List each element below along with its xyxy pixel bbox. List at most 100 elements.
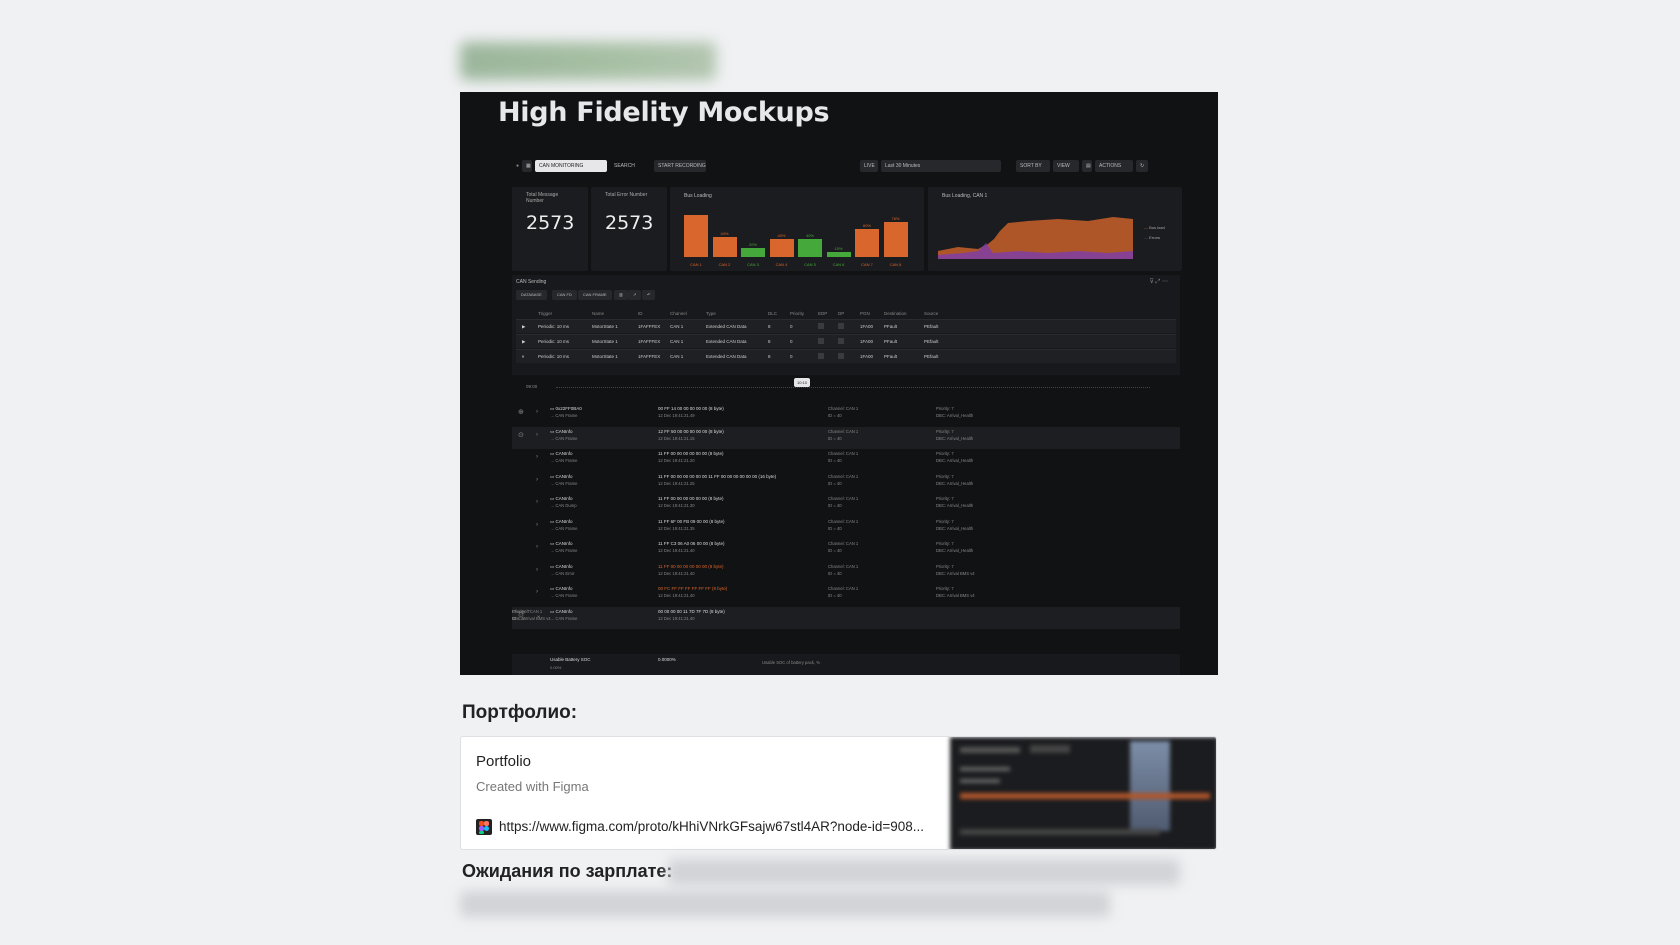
message-priority: Priority: 7 [936,406,954,411]
bus-loading-panel: Bus Loading CAN 1 44% CAN 2 20% CAN 3 40% CAN … [670,187,924,271]
bar-7 [855,229,879,257]
message-channel: Channel: CAN 1 [828,406,859,411]
tab-can-frame: CAN FRAME [578,290,612,300]
link-card-url[interactable]: https://www.figma.com/proto/kHhiVNrkGFsa… [499,819,939,834]
column-header: Priority [790,311,805,316]
table-cell: 0 [790,324,793,329]
log-row: ⊕ › ▭ 0x22FF0BA0 → CAN Frame 00 FF 14 00 00 … [512,404,1180,426]
bus-load-area-chart [938,217,1133,259]
table-cell: MotorState 1 [592,324,618,329]
table-cell: Extended CAN Data [706,354,747,359]
table-cell: 1FA00 [860,354,874,359]
message-timestamp: 12 Dec 19:41:21.30 [658,503,695,508]
sort-by-button: SORT BY [1016,160,1050,172]
panel-controls: ⊽ ⤢ ⋯ [1149,279,1168,285]
panel-title: Bus Loading [684,193,712,199]
table-cell: 1FAFFFEX [638,354,661,359]
bar-2 [712,236,737,257]
mockup-screenshot: High Fidelity Mockups ● ▦ CAN MONITORING… [460,92,1218,675]
portfolio-link-card[interactable]: Portfolio Created with Figma https://www… [460,736,1217,850]
table-cell: MotorState 1 [592,339,618,344]
bar-3 [741,247,765,257]
column-header: PGN [860,311,870,316]
bar-value-label: 20% [748,241,757,247]
circle-icon: ● [516,163,520,169]
start-recording-button: START RECORDING [654,160,706,172]
log-row: › ▭ CANInfo → CAN Frame 11 FF 00 00 00 00 0… [512,472,1180,494]
message-priority: Priority: 7 [936,473,954,479]
column-header: Name [592,311,605,316]
log-row: › ▭ CANInfo → CAN Dump 11 FF 00 00 00 00 00… [512,494,1180,516]
play-icon: ▶ [522,324,526,329]
can-sending-panel: CAN Sending ⊽ ⤢ ⋯ DATABASE CAN FD CAN FR… [512,275,1180,375]
table-cell: 1FAFFFEX [638,324,661,329]
table-cell: 1FA00 [860,339,874,344]
portfolio-heading: Портфолио: [462,702,578,723]
table-cell: CAN 1 [670,324,684,329]
blurred-salary-text [668,859,1180,885]
chevron-icon: › [536,476,538,483]
message-channel: Channel: CAN 1 [828,428,859,434]
message-id: ID = 40 [828,593,842,598]
column-header: Destination [884,311,907,316]
bar-category-label: CAN 3 [747,262,759,267]
message-type: → CAN Frame [550,480,578,486]
chevron-icon: › [536,566,538,573]
message-type: → CAN Frame [550,548,578,553]
sending-row: ▶ Periodic: 10 ms MotorState 1 1FAFFFEX CAN … [516,319,1176,333]
message-timestamp: 12 Dec 19:41:21.35 [658,525,695,531]
message-name: ▭ CANInfo [550,541,573,546]
message-name: ▭ 0x22FF0BA0 [550,406,582,411]
message-name: ▭ CANInfo [550,428,573,434]
message-data: 11 FF 00 00 00 00 00 00 (8 byte) [658,451,724,456]
bar-value-label: 44% [720,230,729,236]
message-timestamp: 12 Dec 19:41:21.25 [658,480,695,486]
message-dbc: DBC: Arrival BMS v4 [936,570,975,576]
message-name: ▭ CANInfo [550,518,573,524]
message-type: → CAN Dump [550,503,577,508]
page: High Fidelity Mockups ● ▦ CAN MONITORING… [0,0,1680,945]
bar-category-label: CAN 4 [775,262,788,267]
bar-5 [798,238,822,257]
table-cell: CAN 1 [670,354,684,359]
card-label: Total Message Number [526,192,559,204]
message-id: ID = 40 [828,458,842,463]
message-data: 11 FF 00 00 00 00 00 00 (8 byte) [658,563,724,569]
panel-title: CAN Sending [516,279,547,285]
message-name: ▭ CANInfo [550,586,573,591]
sending-row: ▶ Periodic: 10 ms MotorState 1 1FAFFFEX CAN … [516,334,1176,348]
bar-category-label: CAN 2 [718,262,731,267]
message-priority: Priority: 7 [936,586,954,591]
message-priority: Priority: 7 [512,608,530,614]
table-cell: PEfault [924,354,939,359]
table-cell: CAN 1 [670,339,684,344]
checkbox [818,338,824,344]
log-row: › ▭ CANInfo → CAN Frame 00 FC FF FF FF FF F… [512,584,1180,606]
total-error-card: Total Error Number 2573 [591,187,667,271]
message-type: → CAN Frame [550,413,578,418]
refresh-icon: ↻ [1136,160,1148,172]
message-data: 11 FF 00 00 00 00 00 00 (8 byte) [658,496,724,501]
message-type: → CAN Frame [550,525,578,531]
pause-icon: ⏸ [522,354,525,359]
log-row: ⊙ › ▭ CANInfo → CAN Frame 12 FF 50 00 00 00 … [512,426,1180,449]
chevron-icon: › [536,589,538,595]
message-timestamp: 12 Dec 19:41:21.40 [658,570,695,576]
bar-category-label: CAN 5 [804,262,816,267]
panel-title: Bus Loading, CAN 1 [942,193,988,199]
bar-category-label: CAN 8 [889,262,902,267]
target-icon: ⊕ [518,409,524,416]
undo-icon: ↶ [642,290,656,300]
message-timestamp: 12 Dec 19:41:21.20 [658,458,695,463]
bar-value-label: 40% [777,232,786,238]
checkbox [818,323,824,329]
table-cell: 8 [768,339,771,344]
time-range-field: Last 30 Minutes [881,160,1001,172]
bar-6 [826,252,851,257]
message-name: ▭ CANInfo [550,608,573,614]
timeline: 09:00 10:10 [512,378,1180,394]
bar-1 [684,214,708,257]
message-name: ▭ CANInfo [550,451,573,456]
checkbox [838,323,844,329]
signal-value: 0.0000% [658,657,676,662]
